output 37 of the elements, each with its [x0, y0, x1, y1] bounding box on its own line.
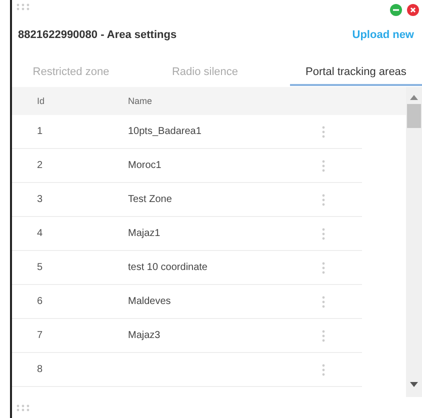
table-cell-text: 4	[36, 228, 44, 239]
table-cell-text: Majaz1	[128, 228, 162, 239]
window-title: 8821622990080 - Area settings	[18, 29, 177, 41]
table-cell-text: test 10 coordinate	[128, 262, 208, 273]
more-options-icon[interactable]	[322, 126, 325, 138]
close-icon[interactable]	[407, 4, 419, 16]
more-options-icon[interactable]	[322, 228, 325, 240]
table-cell-text: Moroc1	[128, 160, 162, 171]
more-options-icon[interactable]	[322, 330, 325, 342]
table-cell-text: 8	[36, 364, 44, 375]
table-cell-text: 6	[36, 296, 44, 307]
table-cell-text: Majaz3	[128, 330, 162, 341]
table-cell-text: 7	[36, 330, 44, 341]
tab[interactable]: Radio silence	[120, 60, 290, 86]
tab[interactable]: Restricted zone	[12, 60, 120, 86]
minimize-icon[interactable]	[390, 4, 402, 16]
table-cell-text: 2	[36, 160, 44, 171]
more-options-icon[interactable]	[322, 296, 325, 308]
more-options-icon[interactable]	[322, 262, 325, 274]
table-cell-text: 5	[36, 262, 44, 273]
scroll-up-icon[interactable]	[410, 95, 418, 100]
more-options-icon[interactable]	[322, 160, 325, 172]
scroll-down-icon[interactable]	[410, 382, 418, 387]
column-header: Id	[36, 96, 46, 106]
table-cell-text: 10pts_Badarea1	[128, 126, 202, 137]
table-cell-text: 3	[36, 194, 44, 205]
table-cell-text: 1	[36, 126, 44, 137]
more-options-icon[interactable]	[322, 194, 325, 206]
more-options-icon[interactable]	[322, 364, 325, 376]
scrollbar-thumb[interactable]	[407, 104, 422, 128]
table-cell-text: Maldeves	[128, 296, 172, 307]
table-cell-text: Test Zone	[128, 194, 173, 205]
column-header: Name	[128, 96, 154, 106]
upload-new-link[interactable]: Upload new	[352, 29, 414, 41]
scrollbar[interactable]	[406, 87, 422, 397]
resize-handle-icon[interactable]	[16, 404, 30, 412]
drag-handle-icon[interactable]	[16, 3, 30, 11]
